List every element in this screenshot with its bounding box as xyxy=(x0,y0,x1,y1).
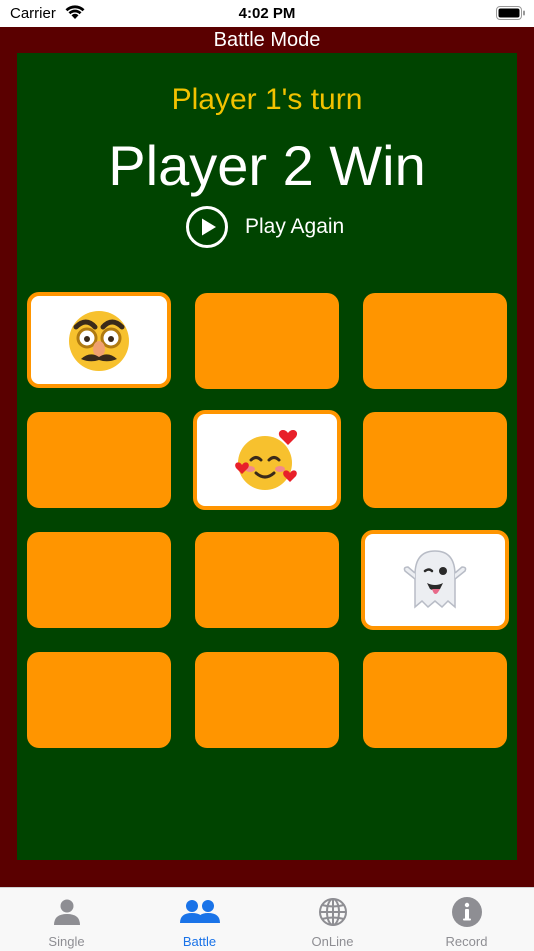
tab-battle-label: Battle xyxy=(182,934,217,949)
play-again-button[interactable]: Play Again xyxy=(185,205,365,249)
card-8[interactable] xyxy=(195,532,339,628)
card-11[interactable] xyxy=(195,652,339,748)
card-5[interactable] xyxy=(193,410,341,510)
person-icon xyxy=(53,899,80,925)
tab-record-label: Record xyxy=(445,934,488,949)
battery-icon xyxy=(496,6,525,20)
ghost-emoji xyxy=(403,550,467,609)
smiling-face-with-hearts-emoji xyxy=(235,430,298,490)
card-9[interactable] xyxy=(361,530,509,630)
card-6[interactable] xyxy=(363,412,507,508)
tab-online[interactable]: OnLine xyxy=(266,888,399,951)
card-12[interactable] xyxy=(363,652,507,748)
card-7[interactable] xyxy=(27,532,171,628)
globe-icon xyxy=(318,898,347,926)
tab-single[interactable]: Single xyxy=(0,888,133,951)
status-bar: Carrier 4:02 PM xyxy=(0,0,534,27)
tab-single-label: Single xyxy=(48,934,85,949)
card-3[interactable] xyxy=(363,293,507,389)
play-circle-icon xyxy=(186,206,228,248)
tab-battle[interactable]: Battle xyxy=(133,888,266,951)
card-1[interactable] xyxy=(27,292,171,388)
page-title: Battle Mode xyxy=(213,29,321,51)
clock: 4:02 PM xyxy=(238,5,296,22)
two-people-icon xyxy=(179,900,220,923)
turn-indicator: Player 1's turn xyxy=(171,83,363,116)
card-10[interactable] xyxy=(27,652,171,748)
game-result: Player 2 Win xyxy=(108,134,426,197)
tab-bar: Single Battle OnLine Record xyxy=(0,887,534,951)
tab-record[interactable]: Record xyxy=(400,888,533,951)
tab-online-label: OnLine xyxy=(311,934,354,949)
disguised-face-emoji xyxy=(69,311,129,371)
play-again-label: Play Again xyxy=(245,215,345,238)
game-board: Player 1's turn Player 2 Win Play Again xyxy=(17,53,517,860)
card-2[interactable] xyxy=(195,293,339,389)
info-icon xyxy=(451,897,482,927)
card-4[interactable] xyxy=(27,412,171,508)
